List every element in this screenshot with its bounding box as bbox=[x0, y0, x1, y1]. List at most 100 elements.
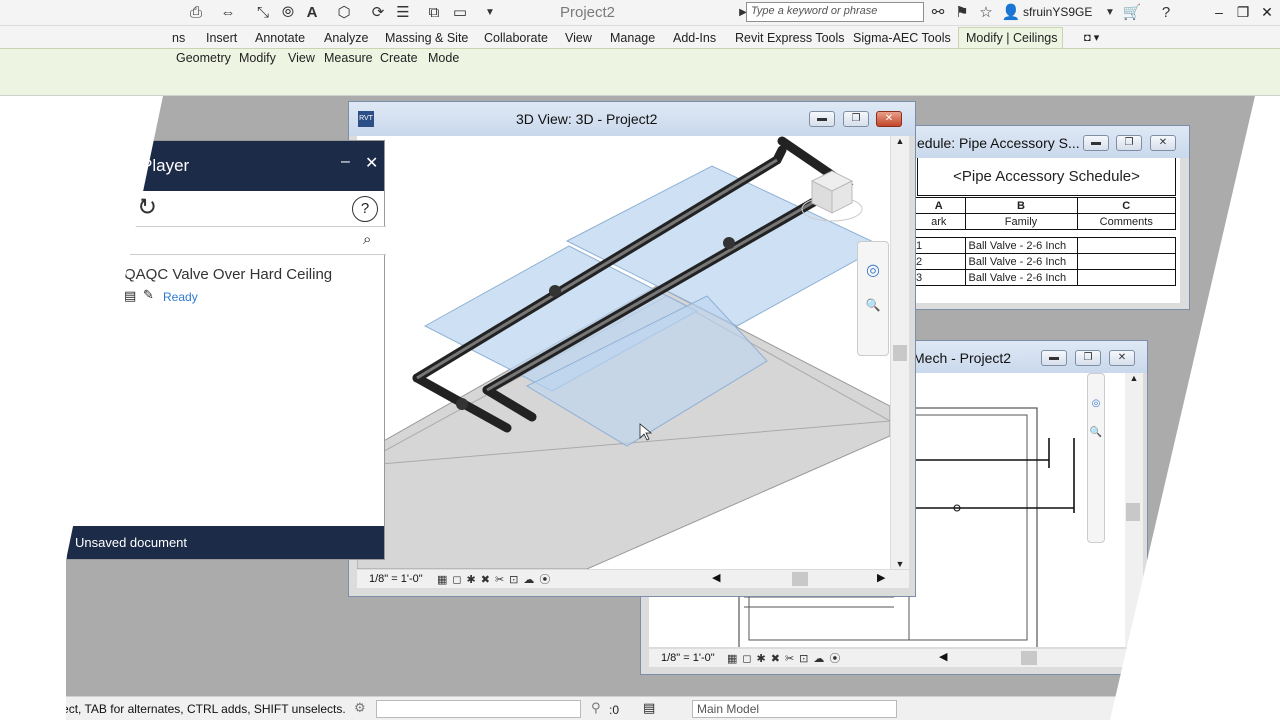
cell-family[interactable]: Ball Valve - 2-6 Inch bbox=[964, 237, 1078, 254]
panel-view[interactable]: View bbox=[288, 51, 315, 65]
search-icon[interactable]: ⌕ bbox=[363, 231, 371, 248]
view3d-nav-bar[interactable]: ◎ 🔍 bbox=[857, 241, 889, 356]
mech-close-button[interactable]: ✕ bbox=[1109, 350, 1135, 366]
text-icon[interactable]: A bbox=[302, 3, 322, 23]
horizontal-scroll-thumb[interactable] bbox=[792, 572, 808, 586]
cell-mark[interactable]: 3 bbox=[913, 269, 966, 286]
tab-massing-site[interactable]: Massing & Site bbox=[385, 31, 468, 45]
panel-modify[interactable]: Modify bbox=[239, 51, 276, 65]
mech-nav-bar[interactable]: ◎ 🔍 bbox=[1087, 373, 1105, 543]
player-close-icon[interactable]: ✕ bbox=[365, 153, 378, 173]
scroll-up-icon[interactable]: ▲ bbox=[1125, 373, 1143, 383]
schedule-window[interactable]: edule: Pipe Accessory S... ▬ ❐ ✕ <Pipe A… bbox=[896, 125, 1190, 310]
cell-comments[interactable] bbox=[1076, 237, 1176, 254]
scroll-down-icon[interactable]: ▼ bbox=[891, 559, 909, 569]
tab-revit-express-tools[interactable]: Revit Express Tools bbox=[735, 31, 845, 45]
binoculars-icon[interactable]: ⚯ bbox=[928, 3, 948, 23]
player-panel[interactable]: Player – ✕ ↻ ? ⌕ QAQC Valve Over Hard Ce… bbox=[66, 140, 386, 560]
scroll-left-icon[interactable]: ◀ bbox=[939, 650, 947, 663]
tab-analyze[interactable]: Analyze bbox=[324, 31, 368, 45]
view3d-canvas[interactable]: ◎ 🔍 bbox=[357, 136, 890, 569]
schedule-window-titlebar[interactable]: edule: Pipe Accessory S... ▬ ❐ ✕ bbox=[897, 126, 1189, 158]
horizontal-scroll-thumb[interactable] bbox=[1021, 651, 1037, 665]
minimize-button[interactable]: – bbox=[1208, 2, 1230, 22]
design-option-dropdown[interactable]: Main Model bbox=[692, 700, 897, 718]
communication-center-icon[interactable]: ⚑ bbox=[952, 3, 972, 23]
close-hidden-windows-icon[interactable]: ⧉ bbox=[424, 3, 444, 23]
worksets-icon[interactable]: ⚙ bbox=[354, 700, 366, 716]
mech-minimize-button[interactable]: ▬ bbox=[1041, 350, 1067, 366]
tab-views[interactable]: ns bbox=[172, 31, 185, 45]
dimension-icon[interactable]: ⤡ bbox=[253, 3, 273, 23]
tab-view[interactable]: View bbox=[565, 31, 592, 45]
cell-family[interactable]: Ball Valve - 2-6 Inch bbox=[964, 269, 1078, 286]
steering-wheel-icon[interactable]: ◎ bbox=[1088, 398, 1104, 409]
view3d-close-button[interactable]: ✕ bbox=[876, 111, 902, 127]
section-icon[interactable]: ⟳ bbox=[368, 3, 388, 23]
view3d-vertical-scrollbar[interactable]: ▲ ▼ bbox=[891, 136, 909, 569]
measure-icon[interactable]: ⇔ bbox=[218, 3, 238, 23]
mech-restore-button[interactable]: ❐ bbox=[1075, 350, 1101, 366]
cell-comments[interactable] bbox=[1076, 253, 1176, 270]
mech-vertical-scrollbar[interactable]: ▲ bbox=[1125, 373, 1143, 647]
tab-add-ins[interactable]: Add-Ins bbox=[673, 31, 716, 45]
scroll-up-icon[interactable]: ▲ bbox=[891, 136, 909, 146]
tab-modify-ceilings[interactable]: Modify | Ceilings bbox=[966, 31, 1057, 45]
panel-create[interactable]: Create bbox=[380, 51, 418, 65]
cart-icon[interactable]: 🛒 bbox=[1122, 3, 1142, 23]
view-control-icons[interactable]: ▦◻✱✖✂⊡☁⦿ bbox=[727, 650, 845, 666]
search-input[interactable]: Type a keyword or phrase bbox=[746, 2, 924, 22]
user-icon[interactable]: 👤 bbox=[1001, 3, 1021, 23]
player-search-input[interactable] bbox=[67, 227, 386, 255]
scroll-right-icon[interactable]: ▶ bbox=[877, 571, 885, 584]
close-button[interactable]: ✕ bbox=[1256, 2, 1278, 22]
thin-lines-icon[interactable]: ☰ bbox=[393, 3, 413, 23]
tab-manage[interactable]: Manage bbox=[610, 31, 655, 45]
table-row[interactable]: 1 Ball Valve - 2-6 Inch bbox=[913, 237, 1176, 254]
favorites-star-icon[interactable]: ☆ bbox=[976, 3, 996, 23]
panel-measure[interactable]: Measure bbox=[324, 51, 373, 65]
table-row[interactable]: 3 Ball Valve - 2-6 Inch bbox=[913, 269, 1176, 286]
print-icon[interactable]: ⎙ bbox=[186, 3, 206, 23]
scroll-thumb[interactable] bbox=[893, 345, 907, 361]
schedule-restore-button[interactable]: ❐ bbox=[1116, 135, 1142, 151]
tab-collaborate[interactable]: Collaborate bbox=[484, 31, 548, 45]
cell-family[interactable]: Ball Valve - 2-6 Inch bbox=[964, 253, 1078, 270]
user-name[interactable]: sfruinYS9GE bbox=[1023, 5, 1092, 19]
refresh-icon[interactable]: ↻ bbox=[137, 193, 157, 222]
zoom-region-icon[interactable]: 🔍 bbox=[858, 298, 888, 312]
view-control-icons[interactable]: ▦◻✱✖✂⊡☁⦿ bbox=[437, 571, 555, 587]
user-dropdown-icon[interactable]: ▼ bbox=[1100, 3, 1120, 23]
cell-comments[interactable] bbox=[1076, 269, 1176, 286]
workset-dropdown[interactable] bbox=[376, 700, 581, 718]
scroll-left-icon[interactable]: ◀ bbox=[712, 571, 720, 584]
steering-wheel-icon[interactable]: ◎ bbox=[858, 260, 888, 280]
table-row[interactable]: 2 Ball Valve - 2-6 Inch bbox=[913, 253, 1176, 270]
view3d-minimize-button[interactable]: ▬ bbox=[809, 111, 835, 127]
filter-icon[interactable]: ⚲ bbox=[591, 700, 601, 716]
tab-sigma-aec-tools[interactable]: Sigma-AEC Tools bbox=[853, 31, 951, 45]
switch-windows-icon[interactable]: ▭ bbox=[450, 3, 470, 23]
tag-icon[interactable]: ⦾ bbox=[278, 3, 298, 23]
edit-pencil-icon[interactable]: ✎ bbox=[143, 287, 154, 303]
restore-button[interactable]: ❐ bbox=[1232, 2, 1254, 22]
view3d-scale-label[interactable]: 1/8" = 1'-0" bbox=[369, 573, 423, 585]
tab-annotate[interactable]: Annotate bbox=[255, 31, 305, 45]
ribbon-minimize-icon[interactable]: ◘ ▾ bbox=[1084, 31, 1099, 44]
tab-insert[interactable]: Insert bbox=[206, 31, 237, 45]
qat-dropdown-icon[interactable]: ▼ bbox=[480, 3, 500, 23]
help-icon[interactable]: ? bbox=[352, 196, 378, 222]
cell-mark[interactable]: 1 bbox=[913, 237, 966, 254]
player-item-title[interactable]: QAQC Valve Over Hard Ceiling bbox=[124, 266, 352, 283]
mech-scale-label[interactable]: 1/8" = 1'-0" bbox=[661, 652, 715, 664]
view3d-titlebar[interactable]: RVT 3D View: 3D - Project2 ▬ ❐ ✕ bbox=[349, 102, 915, 136]
design-options-icon[interactable]: ▤ bbox=[643, 700, 655, 716]
player-minimize-icon[interactable]: – bbox=[341, 153, 350, 171]
view3d-window[interactable]: RVT 3D View: 3D - Project2 ▬ ❐ ✕ ◎ 🔍 ▲ ▼… bbox=[348, 101, 916, 597]
panel-mode[interactable]: Mode bbox=[428, 51, 459, 65]
view3d-restore-button[interactable]: ❐ bbox=[843, 111, 869, 127]
panel-geometry[interactable]: Geometry bbox=[176, 51, 231, 65]
help-icon[interactable]: ? bbox=[1156, 3, 1176, 23]
cell-mark[interactable]: 2 bbox=[913, 253, 966, 270]
zoom-region-icon[interactable]: 🔍 bbox=[1088, 427, 1104, 438]
